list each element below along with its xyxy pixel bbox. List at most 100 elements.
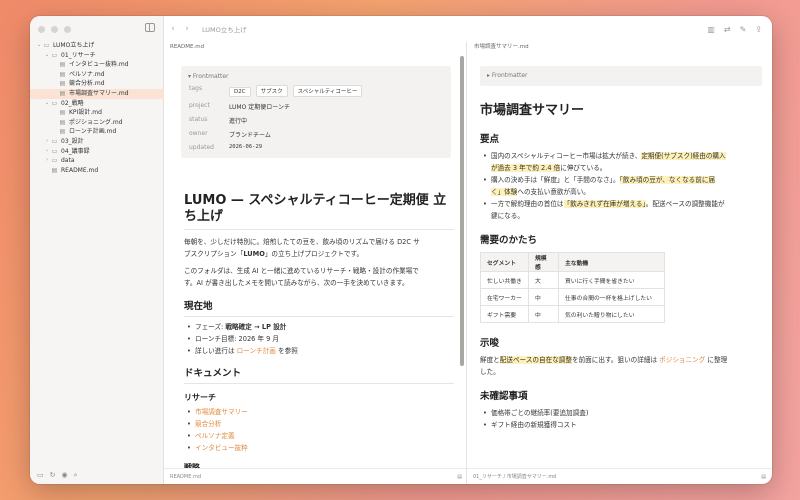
list-item: 購入の決め手は「鮮度」と「手間のなさ」。「飲み頃の豆が、なくなる前に届 く」体験… xyxy=(480,174,762,198)
table-row: 在宅ワーカー 中 仕事の合間の一杯を格上げしたい xyxy=(480,288,665,306)
launch-plan-link[interactable]: ローンチ計画 xyxy=(237,347,276,355)
doc-link[interactable]: インタビュー抜粋 xyxy=(195,444,248,452)
table-cell: 中 xyxy=(528,288,559,306)
window-controls xyxy=(38,26,71,33)
folder-icon: ▭ xyxy=(43,42,50,49)
toolbar-actions: ▥ ⇄ ✎ ⇪ xyxy=(707,25,772,34)
file-tree: ⌄ ▭ LUMO立ち上げ ⌄ ▭ 01_リサーチ ▤ インタビュー抜粋.md ▤ ペルソナ.md ▤… xyxy=(30,41,164,175)
list-item: インタビュー抜粋 xyxy=(184,442,454,454)
title-line: ち上げ xyxy=(184,209,224,224)
doc-link[interactable]: 競合分析 xyxy=(195,420,221,428)
column-header: 主な動機 xyxy=(558,252,665,272)
tree-label: インタビュー抜粋.md xyxy=(69,61,129,69)
demand-table: セグメント 規模感 主な動機 忙しい共働き 大 買いに行く手間を省きたい 在宅ワ… xyxy=(480,252,665,323)
swap-icon[interactable]: ⇄ xyxy=(724,25,731,34)
tree-file[interactable]: ▤ インタビュー抜粋.md xyxy=(30,60,164,70)
tree-folder[interactable]: ⌄ ▭ 01_リサーチ xyxy=(30,51,164,61)
frontmatter-panel-collapsed: ▸ Frontmatter xyxy=(480,66,762,86)
list-item: 一方で解約理由の首位は「飲みきれず在庫が増える」。配送ペースの調整機能が 鍵にな… xyxy=(480,198,762,222)
sidebar-toggle-icon[interactable] xyxy=(145,23,155,32)
tree-file[interactable]: ▤ ポジショニング.md xyxy=(30,118,164,128)
table-row: 忙しい共働き 大 買いに行く手間を省きたい xyxy=(480,271,665,289)
right-pane-header: 市場調査サマリー.md xyxy=(474,44,529,50)
left-pane: ▾ Frontmatter tags D2C サブスク スペシャルティコーヒー pr… xyxy=(164,54,466,468)
eye-icon[interactable]: ◉ xyxy=(62,471,68,479)
positioning-link[interactable]: ポジショニング xyxy=(659,356,705,364)
section-heading-open: 未確認事項 xyxy=(480,391,528,402)
list-item: ギフト経由の新規獲得コスト xyxy=(480,419,762,431)
tree-folder[interactable]: ⌄ ▭ 02_戦略 xyxy=(30,99,164,109)
chevron-left-icon[interactable]: ‹ xyxy=(166,24,180,34)
fm-value: 進行中 xyxy=(229,118,248,125)
tree-file[interactable]: ▤ 競合分析.md xyxy=(30,79,164,89)
column-header: 規模感 xyxy=(528,252,559,272)
tree-file[interactable]: ▤ ローンチ計画.md xyxy=(30,127,164,137)
tree-label: 市場調査サマリー.md xyxy=(69,89,129,97)
fm-tags: D2C サブスク スペシャルティコーヒー xyxy=(229,85,367,97)
tree-file[interactable]: ▤ 市場調査サマリー.md xyxy=(30,88,164,99)
table-header-row: セグメント 規模感 主な動機 xyxy=(480,252,665,272)
close-window-button[interactable] xyxy=(38,26,45,33)
table-cell: 気の利いた贈り物にしたい xyxy=(558,305,665,323)
chevron-right-icon[interactable]: › xyxy=(180,24,194,34)
file-icon: ▤ xyxy=(59,89,66,97)
refresh-icon[interactable]: ↻ xyxy=(50,471,56,479)
section-heading-points: 要点 xyxy=(480,134,500,145)
folder-paragraph: このフォルダは、生成 AI と一緒に進めているリサーチ・戦略・設計の作業場で す… xyxy=(184,265,454,289)
table-row: ギフト需要 中 気の利いた贈り物にしたい xyxy=(480,305,665,323)
table-cell: 大 xyxy=(528,271,559,289)
tag[interactable]: D2C xyxy=(229,87,251,97)
app-window: ⌄ ▭ LUMO立ち上げ ⌄ ▭ 01_リサーチ ▤ インタビュー抜粋.md ▤ ペルソナ.md ▤… xyxy=(30,16,772,484)
section-heading-demand: 需要のかたち xyxy=(480,235,538,246)
edit-icon[interactable]: ✎ xyxy=(740,25,747,34)
tree-folder[interactable]: › ▭ 03_設計 xyxy=(30,137,164,147)
tree-file[interactable]: ▤ README.md xyxy=(30,166,164,176)
frontmatter-toggle[interactable]: ▾ Frontmatter xyxy=(188,73,228,80)
tag[interactable]: スペシャルティコーヒー xyxy=(292,85,363,97)
fm-value: 2026-06-29 xyxy=(229,144,263,150)
tree-label: 02_戦略 xyxy=(61,99,84,107)
doc-link[interactable]: 市場調査サマリー xyxy=(195,408,248,416)
right-status-bar: 01_リサーチ / 市場調査サマリー.md ▤ xyxy=(467,468,772,484)
fm-value: LUMO 定期便ローンチ xyxy=(229,104,290,111)
list-item: フェーズ: 戦略確定 → LP 設計 xyxy=(184,321,454,333)
list-item: 価格帯ごとの継続率(要追加調査) xyxy=(480,407,762,419)
share-icon[interactable]: ⇪ xyxy=(755,25,762,34)
minimize-window-button[interactable] xyxy=(51,26,58,33)
fm-key: owner xyxy=(189,130,208,137)
table-cell: 在宅ワーカー xyxy=(480,288,529,306)
tag[interactable]: サブスク xyxy=(255,85,288,97)
section-heading-current: 現在地 xyxy=(184,298,454,317)
pane-divider[interactable] xyxy=(466,42,467,484)
tree-label: data xyxy=(61,157,75,165)
frontmatter-panel: ▾ Frontmatter tags D2C サブスク スペシャルティコーヒー pr… xyxy=(181,66,451,158)
split-view-icon[interactable]: ▥ xyxy=(707,25,715,34)
tree-label: README.md xyxy=(61,166,99,174)
tree-folder[interactable]: › ▭ 04_議事録 xyxy=(30,147,164,157)
zoom-window-button[interactable] xyxy=(64,26,71,33)
frontmatter-toggle[interactable]: ▸ Frontmatter xyxy=(487,72,527,79)
document-icon[interactable]: ▤ xyxy=(761,469,766,484)
fm-value: ブランドチーム xyxy=(229,132,271,139)
text-line: このフォルダは、生成 AI と一緒に進めているリサーチ・戦略・設計の作業場で xyxy=(184,267,419,275)
folder-icon: ▭ xyxy=(51,99,58,107)
new-folder-icon[interactable]: ▭ xyxy=(37,471,44,479)
list-item: ローンチ目標: 2026 年 9 月 xyxy=(184,333,454,345)
list-item: 国内のスペシャルティコーヒー市場は拡大が続き、定期便(サブスク)経由の購入 が過… xyxy=(480,150,762,174)
search-icon[interactable]: ⌕ xyxy=(74,471,78,480)
fm-key: updated xyxy=(189,144,214,151)
folder-icon: ▭ xyxy=(51,137,58,145)
list-item: ペルソナ定義 xyxy=(184,430,454,442)
tree-folder[interactable]: ⌄ ▭ LUMO立ち上げ xyxy=(30,41,164,51)
summary-content: 市場調査サマリー 要点 国内のスペシャルティコーヒー市場は拡大が続き、定期便(サ… xyxy=(480,103,762,431)
doc-link[interactable]: ペルソナ定義 xyxy=(195,432,235,440)
window-title: LUMO立ち上げ xyxy=(202,26,247,34)
table-cell: 中 xyxy=(528,305,559,323)
document-icon[interactable]: ▤ xyxy=(457,469,462,484)
list-item: 競合分析 xyxy=(184,418,454,430)
tree-file[interactable]: ▤ KPI設計.md xyxy=(30,108,164,118)
tree-label: LUMO立ち上げ xyxy=(53,42,95,49)
folder-icon: ▭ xyxy=(51,51,58,59)
tree-file[interactable]: ▤ ペルソナ.md xyxy=(30,70,164,80)
tree-folder[interactable]: › ▭ data xyxy=(30,156,164,166)
